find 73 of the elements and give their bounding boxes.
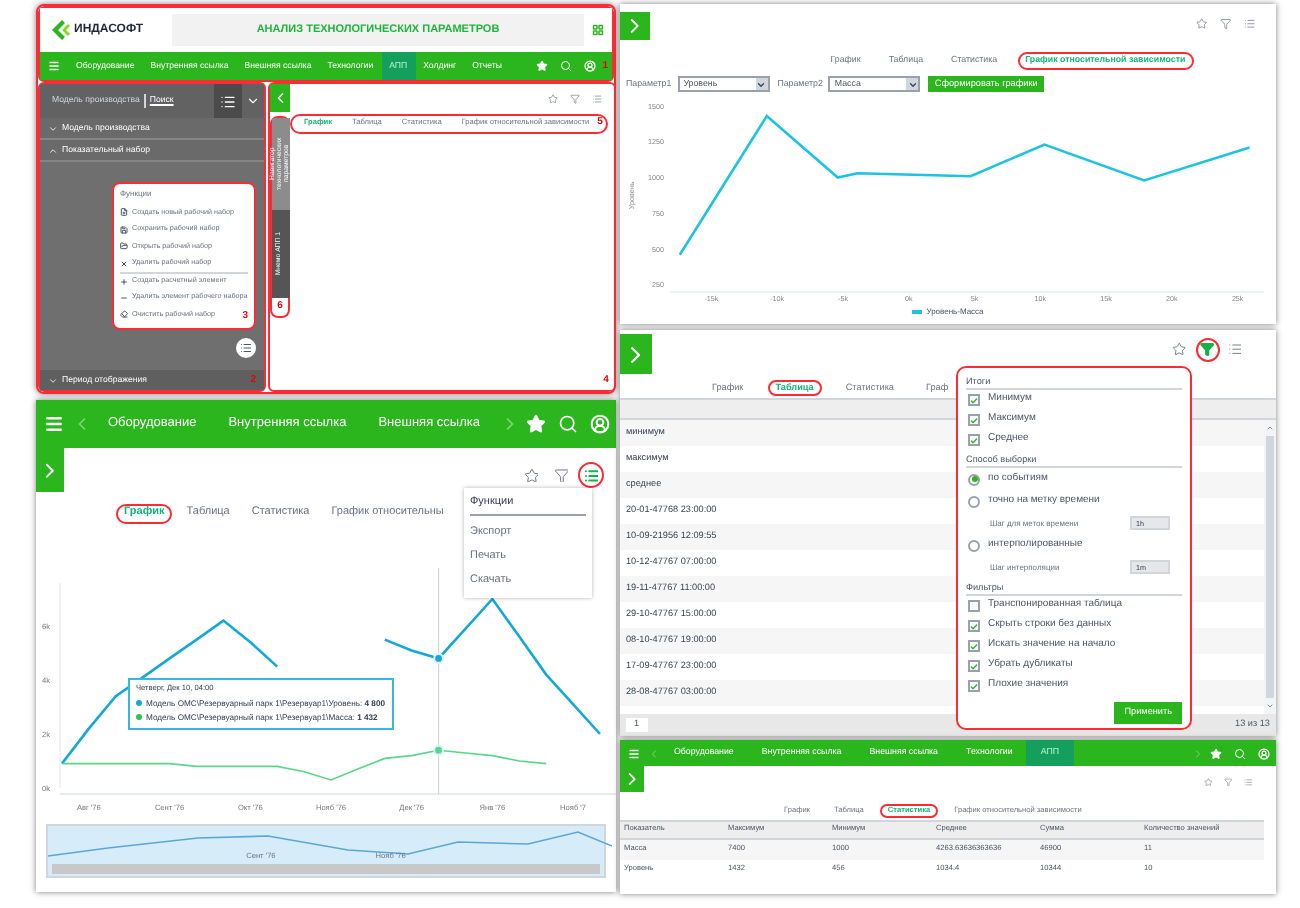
folder-icon [120,242,128,251]
search-icon[interactable] [560,60,573,72]
star-icon [1203,777,1213,787]
search-icon[interactable] [1234,747,1246,759]
star-icon[interactable] [536,60,549,72]
search-icon[interactable] [558,414,578,434]
checkbox[interactable] [968,434,980,446]
menu-icon[interactable] [628,747,640,759]
list-icon [220,93,236,109]
menu-icon[interactable] [44,414,64,434]
panel-toggle-button[interactable] [620,12,650,40]
star-button[interactable] [1192,14,1212,34]
scrollbar[interactable] [1264,420,1276,714]
list-icon [592,93,603,105]
user-icon[interactable] [1258,747,1270,759]
filter-icon [1220,18,1232,30]
checkbox[interactable] [968,414,980,426]
plus-icon [120,277,128,286]
eraser-icon [120,310,128,319]
point-marker [433,653,444,664]
chevron-down-icon [756,79,767,89]
filter-button[interactable] [566,90,585,108]
filter-icon [1200,342,1216,358]
filter-icon [553,467,569,483]
panel-toggle-button[interactable] [620,766,644,792]
checkbox[interactable] [968,660,980,672]
file-icon [120,208,128,217]
star-icon[interactable] [1210,747,1222,759]
radio-button[interactable] [968,495,980,507]
checkbox[interactable] [968,620,980,632]
star-icon [548,93,559,105]
chevron-up-icon [48,145,58,155]
checkbox[interactable] [968,680,980,692]
user-icon[interactable] [590,414,610,434]
list-icon [240,341,252,353]
menu-icon[interactable] [48,60,60,72]
panel-toggle-button[interactable] [270,84,290,112]
checkbox[interactable] [968,600,980,612]
checkbox[interactable] [968,394,980,406]
chevron-down-icon [48,375,58,385]
filter-button[interactable] [1196,338,1220,362]
chevron-down-icon [907,79,918,89]
floppy-icon [120,225,128,234]
list-icon [1228,342,1244,358]
star-icon[interactable] [526,414,546,434]
grid-icon[interactable] [592,24,604,36]
filter-button[interactable] [1220,774,1236,790]
scrollbar[interactable] [52,864,600,874]
panel-toggle-button[interactable] [620,334,652,374]
filter-icon [1223,777,1233,787]
list-icon [1244,18,1256,30]
list-button[interactable] [214,84,242,118]
star-icon [523,467,539,483]
logo-icon [52,20,70,40]
star-button[interactable] [1200,774,1216,790]
list-icon [583,467,599,483]
chevron-down-icon[interactable] [246,94,260,108]
list-icon [1243,777,1253,787]
radio-button[interactable] [968,473,980,485]
star-icon [1196,18,1208,30]
filter-button[interactable] [1216,14,1236,34]
chevron-left-icon[interactable] [648,747,660,759]
radio-button[interactable] [968,539,980,551]
star-icon [1172,342,1188,358]
panel-toggle-button[interactable] [36,448,64,492]
star-button[interactable] [544,90,563,108]
point-marker [433,744,444,756]
checkbox[interactable] [968,640,980,652]
list-button[interactable] [236,337,256,357]
user-icon[interactable] [584,60,597,72]
filter-icon [570,93,581,105]
chevron-down-icon [48,123,58,133]
chevron-right-icon[interactable] [1192,747,1204,759]
